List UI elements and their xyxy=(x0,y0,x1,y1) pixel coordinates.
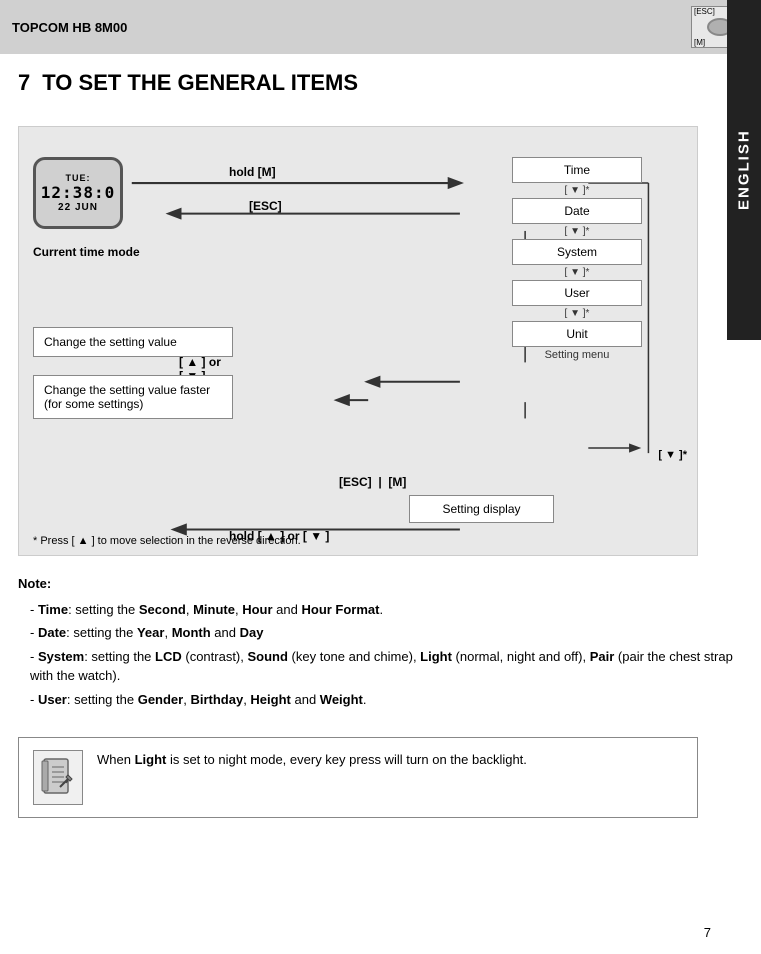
hold-m-label: hold [M] xyxy=(229,165,276,179)
notes-section: Note: Time: setting the Second, Minute, … xyxy=(18,574,743,727)
setting-menu-label: Setting menu xyxy=(512,349,642,361)
m-label-small: [M] xyxy=(694,38,705,47)
setting-display-box: Setting display xyxy=(409,495,554,523)
setting-display-inner: Setting display xyxy=(409,495,554,523)
diagram-area: TUE: 12:38:0 22 JUN Current time mode ho… xyxy=(18,126,698,556)
main-content: 7 TO SET THE GENERAL ITEMS xyxy=(0,54,761,834)
arrow-connector-4: [ ▼ ]* xyxy=(512,306,642,321)
note-time-key: Time xyxy=(38,602,68,617)
esc-arrow-label: [ESC] xyxy=(249,199,282,213)
info-icon xyxy=(33,750,83,805)
section-number: 7 xyxy=(18,70,30,96)
setting-box-system: System xyxy=(512,239,642,265)
section-title: TO SET THE GENERAL ITEMS xyxy=(42,70,358,96)
info-text: When Light is set to night mode, every k… xyxy=(97,750,527,771)
notes-list: Time: setting the Second, Minute, Hour a… xyxy=(18,600,743,710)
arrow-connector-1: [ ▼ ]* xyxy=(512,183,642,198)
change-setting-value-box: Change the setting value xyxy=(33,327,233,357)
unit-arrow-right: [ ▼ ]* xyxy=(658,449,687,461)
diagram-footnote: * Press [ ▲ ] to move selection in the r… xyxy=(33,535,301,547)
header-bar: TOPCOM HB 8M00 [ESC] [ ▲ ] [M] [ ▼ ] xyxy=(0,0,761,54)
esc-m-label: [ESC] | [M] xyxy=(339,475,406,489)
info-box: When Light is set to night mode, every k… xyxy=(18,737,698,818)
arrow-connector-3: [ ▼ ]* xyxy=(512,265,642,280)
note-system: System: setting the LCD (contrast), Soun… xyxy=(30,647,743,686)
setting-box-time: Time xyxy=(512,157,642,183)
book-icon xyxy=(40,757,76,799)
lcd-line3: 22 JUN xyxy=(58,202,98,213)
esc-label-small: [ESC] xyxy=(694,7,715,16)
page-number: 7 xyxy=(704,925,711,940)
header-title: TOPCOM HB 8M00 xyxy=(12,20,127,35)
lcd-line2: 12:38:0 xyxy=(41,183,115,202)
note-date: Date: setting the Year, Month and Day xyxy=(30,623,743,643)
lcd-line1: TUE: xyxy=(66,173,91,183)
arrow-connector-2: [ ▼ ]* xyxy=(512,224,642,239)
note-date-key: Date xyxy=(38,625,66,640)
change-boxes-area: Change the setting value Change the sett… xyxy=(33,327,233,427)
info-text-after: is set to night mode, every key press wi… xyxy=(166,752,527,767)
note-user: User: setting the Gender, Birthday, Heig… xyxy=(30,690,743,710)
setting-box-unit: Unit xyxy=(512,321,642,347)
lcd-display: TUE: 12:38:0 22 JUN xyxy=(33,157,123,229)
notes-title: Note: xyxy=(18,574,743,594)
change-setting-faster-box: Change the setting value faster (for som… xyxy=(33,375,233,419)
note-system-key: System xyxy=(38,649,84,664)
setting-box-user: User xyxy=(512,280,642,306)
note-user-key: User xyxy=(38,692,67,707)
current-time-label: Current time mode xyxy=(33,245,140,259)
note-time: Time: setting the Second, Minute, Hour a… xyxy=(30,600,743,620)
setting-box-date: Date xyxy=(512,198,642,224)
setting-menu-area: Time [ ▼ ]* Date [ ▼ ]* System [ ▼ ]* Us… xyxy=(512,157,642,361)
